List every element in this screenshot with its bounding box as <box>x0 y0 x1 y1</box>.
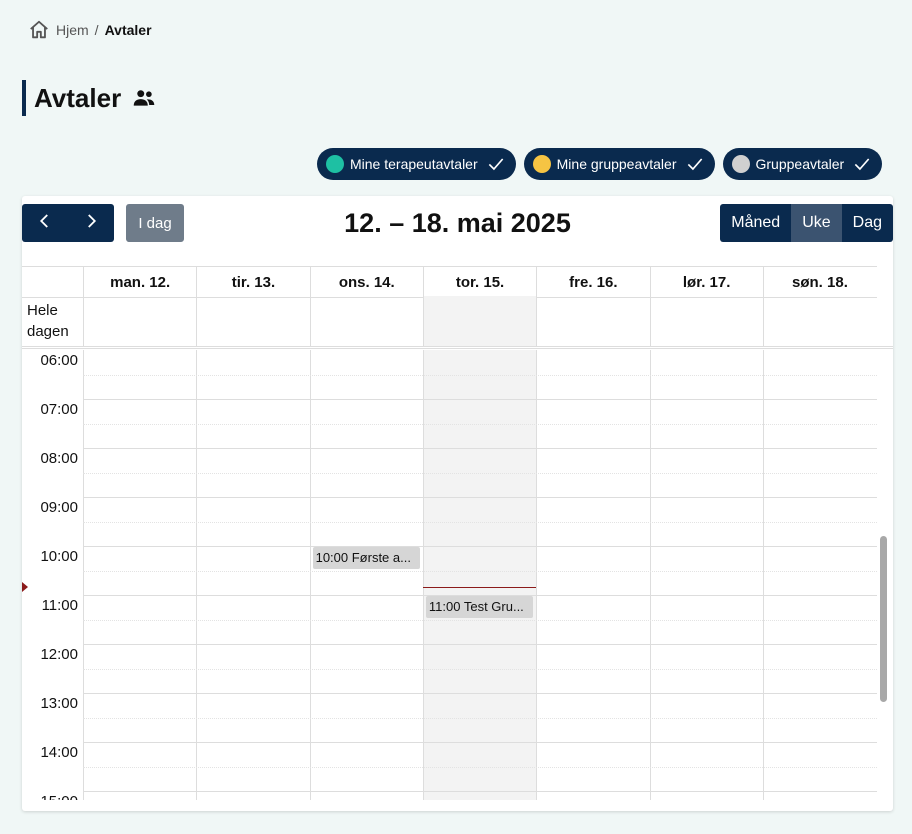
all-day-cell[interactable] <box>762 296 876 346</box>
day-column[interactable] <box>83 350 196 800</box>
current-time-line <box>422 586 537 588</box>
filter-mine-terapeutavtaler[interactable]: Mine terapeutavtaler <box>317 148 516 180</box>
hour-label: 09:00 <box>40 499 78 516</box>
all-day-label-line: dagen <box>27 323 69 340</box>
all-day-cell[interactable] <box>83 296 196 346</box>
half-hour-line <box>83 472 877 474</box>
breadcrumb-current: Avtaler <box>104 22 152 38</box>
filter-label: Mine gruppeavtaler <box>556 156 677 172</box>
day-column[interactable] <box>196 350 309 800</box>
hour-label: 15:00 <box>22 793 78 800</box>
filter-dot <box>326 155 344 173</box>
current-time-marker <box>22 581 28 592</box>
breadcrumb-home-link[interactable]: Hjem <box>56 22 89 38</box>
half-hour-line <box>83 619 877 621</box>
hour-label: 12:00 <box>40 646 78 663</box>
hour-label: 10:00 <box>40 548 78 565</box>
nav-button-group <box>22 204 114 242</box>
filter-dot <box>731 155 750 173</box>
half-hour-line <box>83 521 877 523</box>
people-icon <box>131 85 157 111</box>
all-day-cell[interactable] <box>649 296 763 346</box>
view-month-button[interactable]: Måned <box>720 204 792 242</box>
day-header: fre. 16. <box>536 267 649 297</box>
all-day-cell[interactable] <box>536 296 649 346</box>
filter-label: Mine terapeutavtaler <box>350 156 478 172</box>
hour-label: 07:00 <box>40 401 78 418</box>
all-day-row: Hele dagen <box>22 296 893 349</box>
all-day-cell[interactable] <box>422 296 537 346</box>
half-hour-line <box>83 668 877 670</box>
half-hour-line <box>83 717 877 719</box>
today-button[interactable]: I dag <box>126 204 184 242</box>
all-day-label-line: Hele <box>27 302 58 319</box>
filter-gruppeavtaler[interactable]: Gruppeavtaler <box>722 148 883 180</box>
time-grid: 06:00 07:00 08:00 09:00 10:00 11:00 12:00 13:00… <box>22 350 893 800</box>
view-week-button[interactable]: Uke <box>791 204 842 242</box>
all-day-label: Hele dagen <box>27 300 69 342</box>
check-icon <box>486 154 506 174</box>
breadcrumb-separator: / <box>94 22 99 38</box>
all-day-cell[interactable] <box>309 296 423 346</box>
view-switcher: Måned Uke Dag <box>720 204 893 242</box>
day-header: søn. 18. <box>762 267 876 297</box>
hour-line <box>83 497 877 498</box>
filter-label: Gruppeavtaler <box>755 156 845 172</box>
breadcrumb: Hjem / Avtaler <box>28 19 152 41</box>
hour-line <box>83 693 877 694</box>
scrollbar-thumb[interactable] <box>880 536 887 702</box>
day-column[interactable] <box>649 350 763 800</box>
next-week-button[interactable] <box>68 204 114 242</box>
calendar-event[interactable]: 10:00 Første a... <box>312 547 420 569</box>
hour-label: 11:00 <box>41 597 78 614</box>
hour-line <box>83 448 877 449</box>
all-day-cell[interactable] <box>196 296 309 346</box>
half-hour-line <box>83 423 877 425</box>
check-icon <box>685 154 705 174</box>
day-column[interactable] <box>762 350 876 800</box>
chevron-right-icon <box>82 212 100 235</box>
home-icon[interactable] <box>28 19 50 41</box>
page-header: Avtaler <box>22 80 157 116</box>
hour-line <box>83 546 877 547</box>
chevron-left-icon <box>36 212 54 235</box>
hour-label: 08:00 <box>40 450 78 467</box>
day-header: lør. 17. <box>649 267 763 297</box>
hour-line <box>83 791 877 792</box>
check-icon <box>852 154 872 174</box>
filter-dot <box>532 155 551 173</box>
calendar-event[interactable]: 11:00 Test Gru... <box>425 596 534 618</box>
day-header: tir. 13. <box>196 267 309 297</box>
half-hour-line <box>83 374 877 376</box>
page-title: Avtaler <box>34 82 122 113</box>
view-day-button[interactable]: Dag <box>841 204 893 242</box>
hour-line <box>83 644 877 645</box>
calendar-toolbar: I dag 12. – 18. mai 2025 Måned Uke Dag <box>22 204 893 244</box>
hour-label: 14:00 <box>40 744 78 761</box>
calendar-filters: Mine terapeutavtaler Mine gruppeavtaler … <box>317 148 883 180</box>
half-hour-line <box>83 766 877 768</box>
hour-line <box>83 742 877 743</box>
day-column[interactable] <box>422 350 537 800</box>
hour-line <box>83 399 877 400</box>
calendar: I dag 12. – 18. mai 2025 Måned Uke Dag m… <box>22 196 893 811</box>
day-column[interactable] <box>536 350 649 800</box>
day-header: ons. 14. <box>309 267 423 297</box>
day-header-row: man. 12. tir. 13. ons. 14. tor. 15. fre. 16.… <box>22 266 877 298</box>
day-column[interactable] <box>309 350 423 800</box>
hour-label: 13:00 <box>40 695 78 712</box>
day-header: man. 12. <box>83 267 196 297</box>
filter-mine-gruppeavtaler[interactable]: Mine gruppeavtaler <box>523 148 715 180</box>
half-hour-line <box>83 570 877 572</box>
day-header: tor. 15. <box>422 267 536 297</box>
hour-label: 06:00 <box>40 352 78 369</box>
prev-week-button[interactable] <box>22 204 68 242</box>
